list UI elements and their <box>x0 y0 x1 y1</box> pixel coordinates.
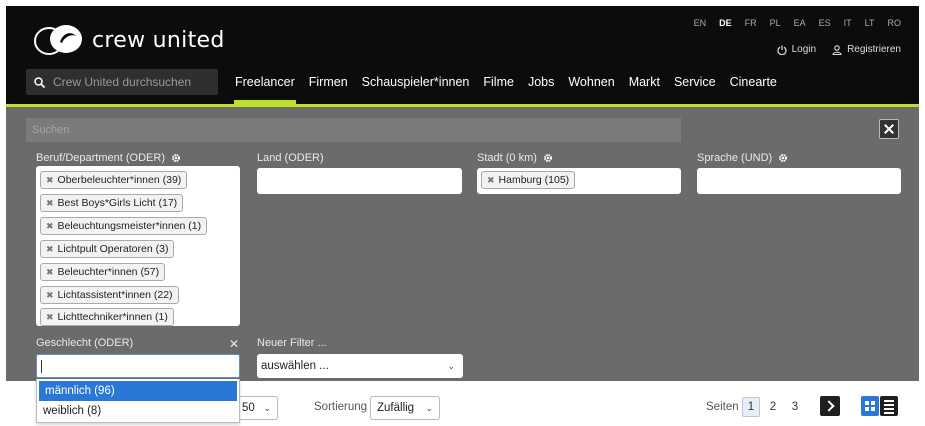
language-switcher: EN DE FR PL EA ES IT LT RO <box>694 18 901 28</box>
logo[interactable]: crew united <box>32 22 225 58</box>
remove-tag-icon[interactable]: ✖ <box>487 175 495 185</box>
department-tag[interactable]: ✖ Lichtassistent*innen (22) <box>40 286 179 304</box>
language-label-text: Sprache (UND) <box>697 152 773 164</box>
department-tag[interactable]: ✖ Best Boys*Girls Licht (17) <box>40 194 184 212</box>
page-2-button[interactable]: 2 <box>764 397 782 417</box>
department-filter-label: Beruf/Department (ODER) <box>36 152 181 164</box>
lang-ro[interactable]: RO <box>888 18 902 28</box>
tag-label: Beleuchtungsmeister*innen (1) <box>57 220 202 232</box>
tag-label: Lichtpult Operatoren (3) <box>57 243 169 255</box>
per-page-value: 50 <box>242 402 255 414</box>
power-icon <box>777 45 787 55</box>
tag-label: Best Boys*Girls Licht (17) <box>57 197 178 209</box>
lang-es[interactable]: ES <box>819 18 831 28</box>
city-tag[interactable]: ✖ Hamburg (105) <box>481 171 576 189</box>
lang-ea[interactable]: EA <box>794 18 806 28</box>
city-input[interactable]: ✖ Hamburg (105) <box>477 168 681 194</box>
lang-de[interactable]: DE <box>719 18 732 28</box>
department-tag[interactable]: ✖ Oberbeleuchter*innen (39) <box>40 171 188 189</box>
chevron-down-icon: ⌄ <box>425 403 433 413</box>
sort-label: Sortierung <box>314 401 368 413</box>
department-tag[interactable]: ✖ Beleuchtungsmeister*innen (1) <box>40 217 208 235</box>
nav-filme[interactable]: Filme <box>476 70 521 104</box>
nav-jobs[interactable]: Jobs <box>521 70 561 104</box>
account-links: Login Registrieren <box>777 44 901 55</box>
nav-cinearte[interactable]: Cinearte <box>723 70 784 104</box>
new-filter-select[interactable]: auswählen ... ⌄ <box>257 354 463 378</box>
remove-tag-icon[interactable]: ✖ <box>46 312 54 322</box>
country-filter-label: Land (ODER) <box>257 152 324 164</box>
lang-it[interactable]: IT <box>844 18 852 28</box>
main-nav: Freelancer Firmen Schauspieler*innen Fil… <box>228 70 784 104</box>
remove-gender-filter-icon[interactable]: ✕ <box>229 337 239 351</box>
site-search-placeholder: Crew United durchsuchen <box>53 75 192 89</box>
city-label-text: Stadt (0 km) <box>477 152 537 164</box>
country-label-text: Land (ODER) <box>257 152 324 164</box>
gear-icon[interactable] <box>171 153 181 163</box>
text-caret <box>41 360 42 373</box>
gender-option-male[interactable]: männlich (96) <box>39 381 237 401</box>
tag-label: Beleuchter*innen (57) <box>57 266 160 278</box>
nav-schauspieler[interactable]: Schauspieler*innen <box>355 70 477 104</box>
remove-tag-icon[interactable]: ✖ <box>46 175 54 185</box>
logo-text: crew united <box>92 27 225 53</box>
login-link[interactable]: Login <box>777 44 816 55</box>
register-link[interactable]: Registrieren <box>832 44 901 55</box>
remove-tag-icon[interactable]: ✖ <box>46 244 54 254</box>
tag-label: Lichtassistent*innen (22) <box>57 289 173 301</box>
gender-filter-label: Geschlecht (ODER) <box>36 337 134 349</box>
crew-united-logo-icon <box>34 25 82 55</box>
remove-tag-icon[interactable]: ✖ <box>46 267 54 277</box>
department-tag[interactable]: ✖ Lichttechniker*innen (1) <box>40 308 174 326</box>
search-icon <box>34 76 45 88</box>
remove-tag-icon[interactable]: ✖ <box>46 290 54 300</box>
new-filter-value: auswählen ... <box>261 360 329 372</box>
filter-search-input[interactable]: Suchen <box>26 118 681 142</box>
gear-icon[interactable] <box>543 153 553 163</box>
remove-tag-icon[interactable]: ✖ <box>46 198 54 208</box>
close-filter-button[interactable] <box>879 119 899 139</box>
department-tag[interactable]: ✖ Beleuchter*innen (57) <box>40 263 166 281</box>
language-input[interactable] <box>697 168 901 194</box>
country-input[interactable] <box>257 168 462 194</box>
chevron-down-icon: ⌄ <box>263 403 271 413</box>
site-search-input[interactable]: Crew United durchsuchen <box>26 69 218 95</box>
login-label: Login <box>791 44 817 55</box>
department-tag[interactable]: ✖ Lichtpult Operatoren (3) <box>40 240 175 258</box>
department-tags-box[interactable]: ✖ Oberbeleuchter*innen (39) ✖ Best Boys*Gi… <box>36 166 240 326</box>
tag-label: Lichttechniker*innen (1) <box>57 311 168 323</box>
gender-input[interactable] <box>36 354 240 378</box>
lang-en[interactable]: EN <box>694 18 707 28</box>
register-label: Registrieren <box>847 44 901 55</box>
lang-pl[interactable]: PL <box>770 18 781 28</box>
sort-value: Zufällig <box>377 402 415 414</box>
per-page-select[interactable]: 50 ⌄ <box>240 396 278 420</box>
nav-freelancer[interactable]: Freelancer <box>228 70 302 104</box>
page-3-button[interactable]: 3 <box>786 397 804 417</box>
pages-label: Seiten <box>706 401 739 413</box>
remove-tag-icon[interactable]: ✖ <box>46 221 54 231</box>
gender-option-female[interactable]: weiblich (8) <box>37 401 239 421</box>
nav-markt[interactable]: Markt <box>622 70 667 104</box>
department-label-text: Beruf/Department (ODER) <box>36 152 165 164</box>
gender-dropdown: männlich (96) weiblich (8) <box>36 379 240 423</box>
next-page-button[interactable] <box>820 396 840 416</box>
page-1-button[interactable]: 1 <box>742 397 760 417</box>
gear-icon[interactable] <box>778 153 788 163</box>
lang-fr[interactable]: FR <box>745 18 757 28</box>
tag-label: Hamburg (105) <box>498 174 570 186</box>
user-icon <box>832 44 842 55</box>
grid-view-icon[interactable] <box>861 396 879 416</box>
list-view-icon[interactable] <box>880 396 898 416</box>
sort-select[interactable]: Zufällig ⌄ <box>370 396 440 420</box>
nav-firmen[interactable]: Firmen <box>302 70 355 104</box>
nav-service[interactable]: Service <box>667 70 723 104</box>
language-filter-label: Sprache (UND) <box>697 152 788 164</box>
tag-label: Oberbeleuchter*innen (39) <box>57 174 182 186</box>
new-filter-label: Neuer Filter ... <box>257 337 327 349</box>
chevron-down-icon: ⌄ <box>447 361 455 371</box>
nav-wohnen[interactable]: Wohnen <box>561 70 621 104</box>
lang-lt[interactable]: LT <box>865 18 875 28</box>
city-filter-label: Stadt (0 km) <box>477 152 553 164</box>
